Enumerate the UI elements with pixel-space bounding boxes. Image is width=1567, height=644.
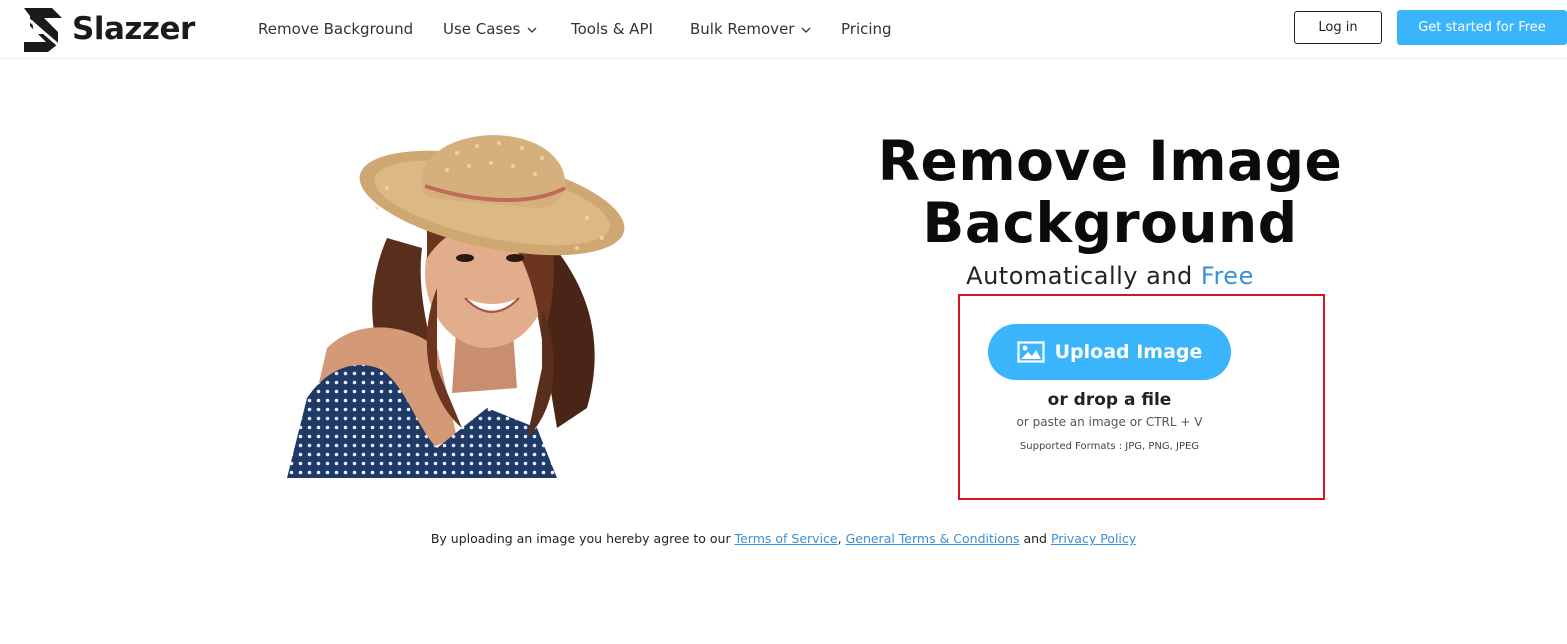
hero-title: Remove Image Background bbox=[860, 130, 1360, 254]
nav-tools-api-label: Tools & API bbox=[571, 19, 653, 38]
woman-in-sun-hat-photo bbox=[287, 135, 625, 478]
login-button[interactable]: Log in bbox=[1294, 11, 1382, 44]
hero-subtitle-free: Free bbox=[1200, 262, 1254, 290]
hero-subtitle-prefix: Automatically and bbox=[966, 262, 1193, 290]
legal-separator: , bbox=[837, 531, 842, 546]
legal-prefix: By uploading an image you hereby agree t… bbox=[430, 531, 731, 546]
slazzer-logo-icon bbox=[19, 8, 65, 52]
nav-use-cases[interactable]: Use Cases bbox=[443, 20, 571, 38]
drop-file-text: or drop a file bbox=[1047, 390, 1172, 410]
legal-agreement: By uploading an image you hereby agree t… bbox=[0, 531, 1567, 546]
supported-formats-text: Supported Formats : JPG, PNG, JPEG bbox=[1019, 441, 1200, 452]
hero-title-line1: Remove Image bbox=[877, 129, 1343, 193]
hero-title-line2: Background bbox=[922, 191, 1298, 255]
upload-image-label: Upload Image bbox=[1054, 341, 1203, 363]
logo[interactable]: Slazzer bbox=[18, 3, 195, 55]
privacy-policy-link[interactable]: Privacy Policy bbox=[1051, 531, 1136, 546]
terms-of-service-link[interactable]: Terms of Service bbox=[735, 531, 838, 546]
hero-subtitle: Automatically and Free bbox=[860, 262, 1360, 290]
nav-pricing[interactable]: Pricing bbox=[841, 20, 892, 38]
chevron-down-icon bbox=[802, 27, 811, 33]
nav-bulk-remover-label: Bulk Remover bbox=[690, 19, 795, 38]
logo-text: Slazzer bbox=[72, 11, 195, 47]
site-header: Slazzer Remove Background Use Cases Tool… bbox=[0, 0, 1567, 59]
image-icon bbox=[1016, 341, 1045, 363]
nav-pricing-label: Pricing bbox=[841, 19, 892, 38]
general-terms-link[interactable]: General Terms & Conditions bbox=[846, 531, 1020, 546]
nav-use-cases-label: Use Cases bbox=[443, 19, 521, 38]
nav-remove-background[interactable]: Remove Background bbox=[258, 20, 443, 38]
chevron-down-icon bbox=[527, 27, 537, 33]
nav-bulk-remover[interactable]: Bulk Remover bbox=[690, 20, 841, 38]
main-nav: Remove Background Use Cases Tools & API … bbox=[258, 0, 892, 57]
upload-image-button[interactable]: Upload Image bbox=[988, 324, 1231, 380]
nav-remove-background-label: Remove Background bbox=[258, 19, 414, 38]
get-started-button[interactable]: Get started for Free bbox=[1397, 10, 1567, 45]
nav-tools-api[interactable]: Tools & API bbox=[571, 20, 690, 38]
paste-image-text: or paste an image or CTRL + V bbox=[1016, 415, 1203, 429]
legal-and: and bbox=[1023, 531, 1047, 546]
